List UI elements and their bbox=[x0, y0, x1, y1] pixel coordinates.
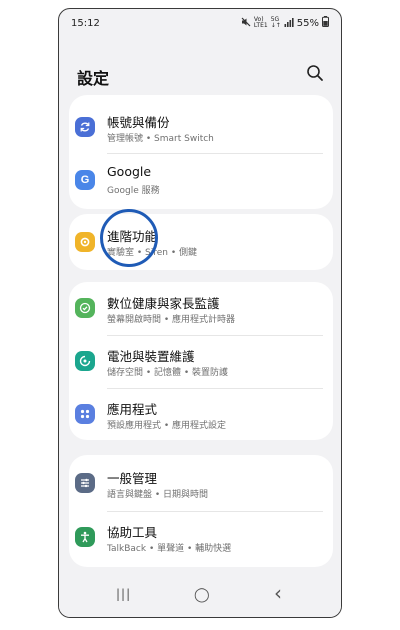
navigation-bar: ||| ◯ ‹ bbox=[59, 575, 341, 617]
gear-plus-icon bbox=[75, 232, 95, 252]
settings-item-accounts-backup[interactable]: 帳號與備份 管理帳號 • Smart Switch bbox=[69, 101, 333, 153]
settings-item-google[interactable]: G Google Google 服務 bbox=[69, 154, 333, 206]
settings-item-digital-wellbeing[interactable]: 數位健康與家長監護 螢幕開啟時間 • 應用程式計時器 bbox=[69, 282, 333, 334]
status-icons: Vo) LTE1 5G ↓↑ 55% bbox=[241, 16, 329, 30]
battery-percent: 55% bbox=[296, 17, 319, 29]
device-care-icon bbox=[75, 351, 95, 371]
settings-item-sub: TalkBack • 單聲道 • 輔助快選 bbox=[107, 544, 232, 554]
highlight-circle bbox=[100, 209, 158, 267]
settings-item-sub: 儲存空間 • 記憶體 • 裝置防護 bbox=[107, 368, 229, 378]
settings-group-device: 數位健康與家長監護 螢幕開啟時間 • 應用程式計時器 電池與裝置維護 儲存空間 … bbox=[69, 282, 333, 440]
mute-icon bbox=[241, 17, 251, 30]
settings-item-apps[interactable]: 應用程式 預設應用程式 • 應用程式設定 bbox=[69, 388, 333, 440]
settings-group-general: 一般管理 語言與鍵盤 • 日期與時間 協助工具 TalkBack • 單聲道 •… bbox=[69, 455, 333, 567]
search-icon[interactable] bbox=[305, 63, 325, 83]
settings-group-accounts: 帳號與備份 管理帳號 • Smart Switch G Google Googl… bbox=[69, 95, 333, 209]
settings-item-battery-care[interactable]: 電池與裝置維護 儲存空間 • 記憶體 • 裝置防護 bbox=[69, 335, 333, 387]
settings-item-label: 電池與裝置維護 bbox=[107, 349, 195, 364]
settings-item-accessibility[interactable]: 協助工具 TalkBack • 單聲道 • 輔助快選 bbox=[69, 511, 333, 563]
settings-item-sub: Google 服務 bbox=[107, 186, 160, 196]
settings-item-sub: 語言與鍵盤 • 日期與時間 bbox=[107, 490, 209, 500]
5g-icon: 5G ↓↑ bbox=[270, 16, 281, 29]
back-button[interactable]: ‹ bbox=[274, 581, 282, 605]
settings-item-sub: 預設應用程式 • 應用程式設定 bbox=[107, 421, 227, 431]
status-bar: 15:12 Vo) LTE1 5G ↓↑ 55% bbox=[59, 9, 341, 39]
signal-icon bbox=[284, 17, 294, 30]
battery-icon bbox=[322, 16, 329, 30]
sliders-icon bbox=[75, 473, 95, 493]
sync-icon bbox=[75, 117, 95, 137]
settings-item-label: 應用程式 bbox=[107, 402, 158, 417]
settings-item-label: 協助工具 bbox=[107, 525, 158, 540]
settings-item-label: Google bbox=[107, 164, 152, 179]
settings-item-sub: 螢幕開啟時間 • 應用程式計時器 bbox=[107, 315, 236, 325]
recent-apps-button[interactable]: ||| bbox=[116, 587, 131, 601]
settings-item-label: 數位健康與家長監護 bbox=[107, 296, 220, 311]
settings-item-sub: 管理帳號 • Smart Switch bbox=[107, 134, 214, 144]
status-time: 15:12 bbox=[71, 18, 100, 29]
page-title: 設定 bbox=[77, 69, 110, 88]
home-button[interactable]: ◯ bbox=[194, 587, 210, 603]
accessibility-icon bbox=[75, 527, 95, 547]
wellbeing-icon bbox=[75, 298, 95, 318]
apps-icon bbox=[75, 404, 95, 424]
volte-icon: Vo) LTE1 bbox=[253, 16, 268, 29]
settings-item-general-management[interactable]: 一般管理 語言與鍵盤 • 日期與時間 bbox=[69, 457, 333, 509]
google-icon: G bbox=[75, 170, 95, 190]
settings-item-label: 一般管理 bbox=[107, 471, 158, 486]
phone-frame: 15:12 Vo) LTE1 5G ↓↑ 55% 設定 帳號與備份 管理帳號 •… bbox=[58, 8, 342, 618]
settings-item-label: 帳號與備份 bbox=[107, 115, 170, 130]
